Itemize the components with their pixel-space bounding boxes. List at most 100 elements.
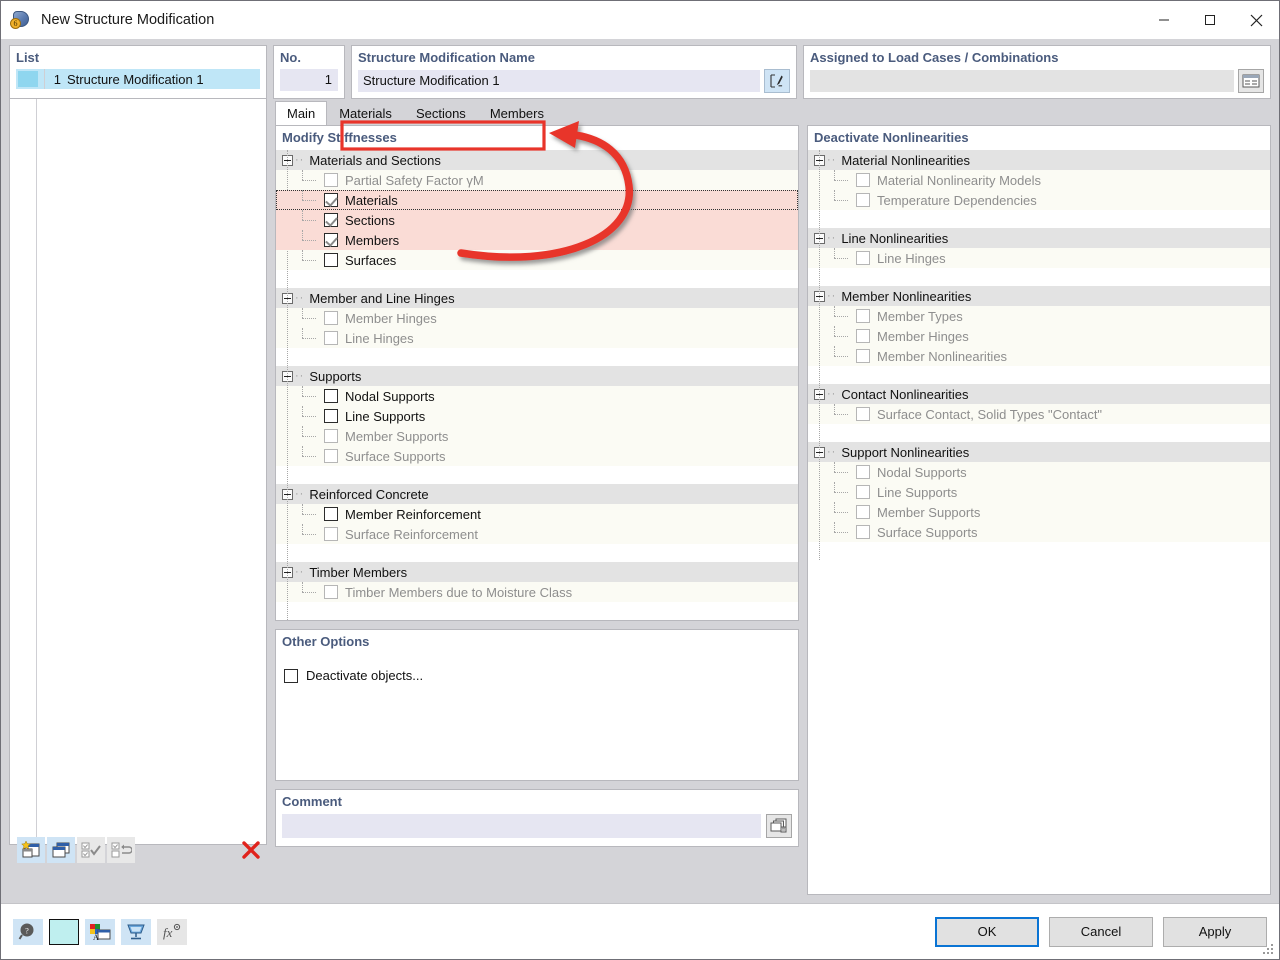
tree-row[interactable]: Line Hinges: [808, 248, 1270, 268]
tree-row[interactable]: Member Supports: [276, 426, 798, 446]
list-item-label: Structure Modification 1: [67, 72, 204, 87]
checkbox-timber-members-moisture[interactable]: [324, 585, 338, 599]
color-swatch[interactable]: [49, 919, 79, 945]
display-properties-icon[interactable]: A: [85, 919, 115, 945]
tree-group-timber-members[interactable]: ·· Timber Members: [276, 562, 798, 582]
tree-row[interactable]: Partial Safety Factor γM: [276, 170, 798, 190]
tree-row[interactable]: Nodal Supports: [808, 462, 1270, 482]
checkbox-material-nonlinearity-models[interactable]: [856, 173, 870, 187]
checkbox-member-supports[interactable]: [324, 429, 338, 443]
ok-button[interactable]: OK: [935, 917, 1039, 947]
tree-group-supports[interactable]: ·· Supports: [276, 366, 798, 386]
tree-group-member-and-line-hinges[interactable]: ·· Member and Line Hinges: [276, 288, 798, 308]
copy-item-icon[interactable]: [47, 837, 75, 863]
tree-row-label: Line Hinges: [877, 251, 946, 266]
tab-main[interactable]: Main: [275, 101, 327, 125]
checkbox-members[interactable]: [324, 233, 338, 247]
tree-row[interactable]: Member Types: [808, 306, 1270, 326]
new-item-icon[interactable]: [17, 837, 45, 863]
tree-row[interactable]: Surface Contact, Solid Types "Contact": [808, 404, 1270, 424]
comment-input[interactable]: [282, 814, 761, 838]
tree-row[interactable]: Member Reinforcement: [276, 504, 798, 524]
tree-row[interactable]: Material Nonlinearity Models: [808, 170, 1270, 190]
tree-row[interactable]: Members: [276, 230, 798, 250]
tree-row[interactable]: Member Hinges: [808, 326, 1270, 346]
tree-row[interactable]: Sections: [276, 210, 798, 230]
tree-row-label: Surface Supports: [345, 449, 445, 464]
resize-grip[interactable]: [1263, 944, 1275, 956]
number-field[interactable]: 1: [280, 69, 338, 91]
tree-group-material-nonlinearities[interactable]: ·· Material Nonlinearities: [808, 150, 1270, 170]
tab-sections[interactable]: Sections: [404, 101, 478, 125]
tree-group-label: Material Nonlinearities: [841, 153, 970, 168]
tree-row[interactable]: Member Hinges: [276, 308, 798, 328]
checkbox-surface-contact[interactable]: [856, 407, 870, 421]
checkbox-sections[interactable]: [324, 213, 338, 227]
tree-row[interactable]: Nodal Supports: [276, 386, 798, 406]
visibility-icon[interactable]: [121, 919, 151, 945]
checkbox-temperature-dependencies[interactable]: [856, 193, 870, 207]
tree-row[interactable]: Temperature Dependencies: [808, 190, 1270, 210]
list-item[interactable]: 1 Structure Modification 1: [16, 69, 260, 89]
close-button[interactable]: [1233, 1, 1279, 39]
tree-row[interactable]: Member Supports: [808, 502, 1270, 522]
name-panel-title: Structure Modification Name: [358, 50, 790, 65]
maximize-button[interactable]: [1187, 1, 1233, 39]
checkbox-member-supports-nonlinear[interactable]: [856, 505, 870, 519]
tree-group-materials-and-sections[interactable]: ·· Materials and Sections: [276, 150, 798, 170]
other-options-panel: Other Options Deactivate objects...: [275, 629, 799, 781]
help-icon[interactable]: ?: [13, 919, 43, 945]
tree-group-member-nonlinearities[interactable]: ·· Member Nonlinearities: [808, 286, 1270, 306]
checkbox-nodal-supports-nonlinear[interactable]: [856, 465, 870, 479]
tree-row[interactable]: Surface Supports: [276, 446, 798, 466]
checkbox-nodal-supports[interactable]: [324, 389, 338, 403]
checkbox-member-reinforcement[interactable]: [324, 507, 338, 521]
cancel-button[interactable]: Cancel: [1049, 917, 1153, 947]
tree-row[interactable]: Timber Members due to Moisture Class: [276, 582, 798, 602]
checkbox-surface-reinforcement[interactable]: [324, 527, 338, 541]
tree-row[interactable]: Surface Reinforcement: [276, 524, 798, 544]
tree-row[interactable]: Line Supports: [276, 406, 798, 426]
invert-selection-icon: [107, 837, 135, 863]
tree-row-label: Surface Reinforcement: [345, 527, 478, 542]
checkbox-surfaces[interactable]: [324, 253, 338, 267]
tab-members[interactable]: Members: [478, 101, 556, 125]
apply-button[interactable]: Apply: [1163, 917, 1267, 947]
delete-item-icon[interactable]: [237, 837, 265, 863]
tree-row[interactable]: Line Hinges: [276, 328, 798, 348]
name-input[interactable]: Structure Modification 1: [358, 70, 760, 92]
checkbox-member-nonlinearities[interactable]: [856, 349, 870, 363]
tree-group-line-nonlinearities[interactable]: ·· Line Nonlinearities: [808, 228, 1270, 248]
checkbox-surface-supports-nonlinear[interactable]: [856, 525, 870, 539]
tab-materials[interactable]: Materials: [327, 101, 404, 125]
tree-group-label: Member and Line Hinges: [309, 291, 454, 306]
tree-row[interactable]: Surfaces: [276, 250, 798, 270]
checkbox-partial-safety-factor[interactable]: [324, 173, 338, 187]
bottom-bar: ? A: [1, 903, 1279, 959]
checkbox-materials[interactable]: [324, 193, 338, 207]
tree-row[interactable]: Member Nonlinearities: [808, 346, 1270, 366]
checkbox-line-supports[interactable]: [324, 409, 338, 423]
other-option-row[interactable]: Deactivate objects...: [284, 668, 798, 683]
tree-items: Nodal Supports Line Supports Member Supp: [808, 462, 1270, 560]
checkbox-line-hinges[interactable]: [324, 331, 338, 345]
tree-group-support-nonlinearities[interactable]: ·· Support Nonlinearities: [808, 442, 1270, 462]
checkbox-member-hinges[interactable]: [324, 311, 338, 325]
checkbox-member-types[interactable]: [856, 309, 870, 323]
table-picker-icon[interactable]: [1238, 69, 1264, 93]
tree-row[interactable]: Line Supports: [808, 482, 1270, 502]
checkbox-surface-supports[interactable]: [324, 449, 338, 463]
checkbox-line-hinges-nonlinear[interactable]: [856, 251, 870, 265]
comment-library-icon[interactable]: [766, 814, 792, 838]
checkbox-member-hinges-nonlinear[interactable]: [856, 329, 870, 343]
tree-group-contact-nonlinearities[interactable]: ·· Contact Nonlinearities: [808, 384, 1270, 404]
deactivate-nonlinearities-tree: ·· Material Nonlinearities Material Nonl…: [808, 150, 1270, 560]
assigned-input[interactable]: [810, 70, 1234, 92]
checkbox-line-supports-nonlinear[interactable]: [856, 485, 870, 499]
edit-pencil-icon[interactable]: [764, 69, 790, 93]
tree-row[interactable]: Materials: [276, 190, 798, 210]
checkbox-deactivate-objects[interactable]: [284, 669, 298, 683]
minimize-button[interactable]: [1141, 1, 1187, 39]
tree-group-reinforced-concrete[interactable]: ·· Reinforced Concrete: [276, 484, 798, 504]
tree-row[interactable]: Surface Supports: [808, 522, 1270, 542]
